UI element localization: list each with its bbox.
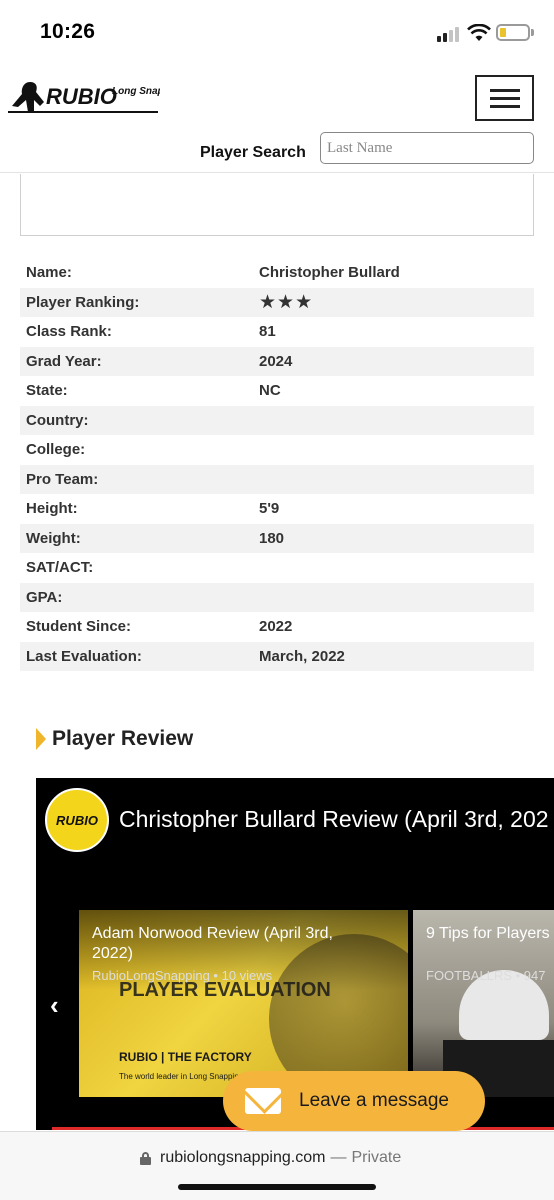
detail-value: 2024	[259, 352, 293, 370]
detail-label: State:	[26, 382, 68, 400]
battery-icon	[496, 24, 530, 41]
detail-row-height: Height: 5'9	[20, 494, 534, 524]
detail-row-weight: Weight: 180	[20, 523, 534, 553]
video-title[interactable]: Christopher Bullard Review (April 3rd, 2…	[119, 806, 549, 833]
channel-logo[interactable]: RUBIO	[45, 788, 109, 852]
detail-value: 5'9	[259, 500, 280, 518]
detail-value: March, 2022	[259, 647, 345, 665]
battery-level	[500, 28, 506, 37]
battery-nub	[531, 29, 534, 36]
leave-message-button[interactable]: Leave a message	[223, 1071, 485, 1131]
site-logo[interactable]: RUBIO Long Snapping	[8, 76, 160, 118]
star-rating-icon: ★★★	[259, 291, 314, 313]
detail-row-student-since: Student Since: 2022	[20, 612, 534, 642]
related-video-title: 9 Tips for Players	[426, 925, 550, 942]
detail-row-ranking: Player Ranking: ★★★	[20, 287, 534, 317]
hamburger-menu-button[interactable]	[475, 75, 534, 121]
detail-value: 2022	[259, 618, 293, 636]
related-video-title: Adam Norwood Review (April 3rd, 2022)	[92, 925, 333, 962]
cellular-signal-icon	[437, 26, 463, 42]
url-domain: rubiolongsnapping.com	[160, 1149, 326, 1166]
hamburger-icon-bar	[490, 105, 520, 108]
detail-label: Name:	[26, 264, 72, 282]
detail-row-sat-act: SAT/ACT:	[20, 553, 534, 583]
heading-marker-icon	[36, 728, 46, 750]
detail-row-pro-team: Pro Team:	[20, 464, 534, 494]
detail-label: Class Rank:	[26, 323, 112, 341]
detail-label: Weight:	[26, 529, 81, 547]
lock-icon	[140, 1151, 151, 1165]
hamburger-icon-bar	[490, 97, 520, 100]
detail-value: 81	[259, 323, 276, 341]
site-header: RUBIO Long Snapping Player Search	[0, 68, 554, 173]
url-display[interactable]: rubiolongsnapping.com — Private	[140, 1149, 401, 1167]
detail-label: College:	[26, 441, 86, 459]
browser-address-bar[interactable]: rubiolongsnapping.com — Private	[0, 1131, 554, 1200]
detail-label: SAT/ACT:	[26, 559, 94, 577]
detail-label: Last Evaluation:	[26, 647, 142, 665]
player-review-title: Player Review	[52, 727, 194, 750]
detail-row-college: College:	[20, 435, 534, 465]
last-name-search-input[interactable]	[320, 132, 534, 164]
detail-value: Christopher Bullard	[259, 264, 400, 282]
detail-label: Height:	[26, 500, 78, 518]
envelope-icon	[245, 1088, 281, 1114]
hamburger-icon-bar	[490, 89, 520, 92]
detail-row-gpa: GPA:	[20, 582, 534, 612]
player-search-label: Player Search	[200, 144, 306, 161]
status-bar: 10:26	[0, 0, 554, 68]
related-video-card[interactable]: PLAYER EVALUATION RUBIO | THE FACTORY Th…	[79, 910, 408, 1097]
detail-label: Student Since:	[26, 618, 132, 636]
detail-value: NC	[259, 382, 281, 400]
status-time: 10:26	[40, 20, 96, 43]
detail-row-grad-year: Grad Year: 2024	[20, 346, 534, 376]
logo-sub: Long Snapping	[112, 86, 160, 97]
home-indicator[interactable]	[178, 1184, 376, 1190]
url-separator: —	[330, 1149, 347, 1166]
detail-value: 180	[259, 529, 285, 547]
private-mode-label: Private	[351, 1149, 402, 1166]
related-video-meta: FOOTBALLRS • 947	[426, 968, 546, 983]
detail-label: Pro Team:	[26, 470, 99, 488]
logo-brand: RUBIO	[46, 84, 117, 109]
detail-row-last-evaluation: Last Evaluation: March, 2022	[20, 641, 534, 671]
detail-label: Grad Year:	[26, 352, 102, 370]
wifi-icon	[467, 24, 491, 41]
detail-row-name: Name: Christopher Bullard	[20, 258, 534, 288]
player-details-table: Name: Christopher Bullard Player Ranking…	[20, 258, 534, 671]
detail-label: Country:	[26, 411, 89, 429]
content-box	[20, 174, 534, 236]
leave-message-label: Leave a message	[299, 1090, 449, 1111]
chevron-left-icon[interactable]: ‹	[50, 990, 59, 1021]
related-video-meta: RubioLongSnapping • 10 views	[92, 968, 273, 983]
channel-logo-text: RUBIO	[56, 812, 98, 828]
player-review-heading: Player Review	[36, 726, 193, 752]
detail-row-state: State: NC	[20, 376, 534, 406]
detail-row-class-rank: Class Rank: 81	[20, 317, 534, 347]
detail-label: GPA:	[26, 588, 63, 606]
related-video-card[interactable]: 9 Tips for Players FOOTBALLRS • 947	[413, 910, 554, 1097]
thumbnail-logos: RUBIO | THE FACTORY	[119, 1050, 252, 1064]
detail-label: Player Ranking:	[26, 293, 140, 311]
detail-row-country: Country:	[20, 405, 534, 435]
